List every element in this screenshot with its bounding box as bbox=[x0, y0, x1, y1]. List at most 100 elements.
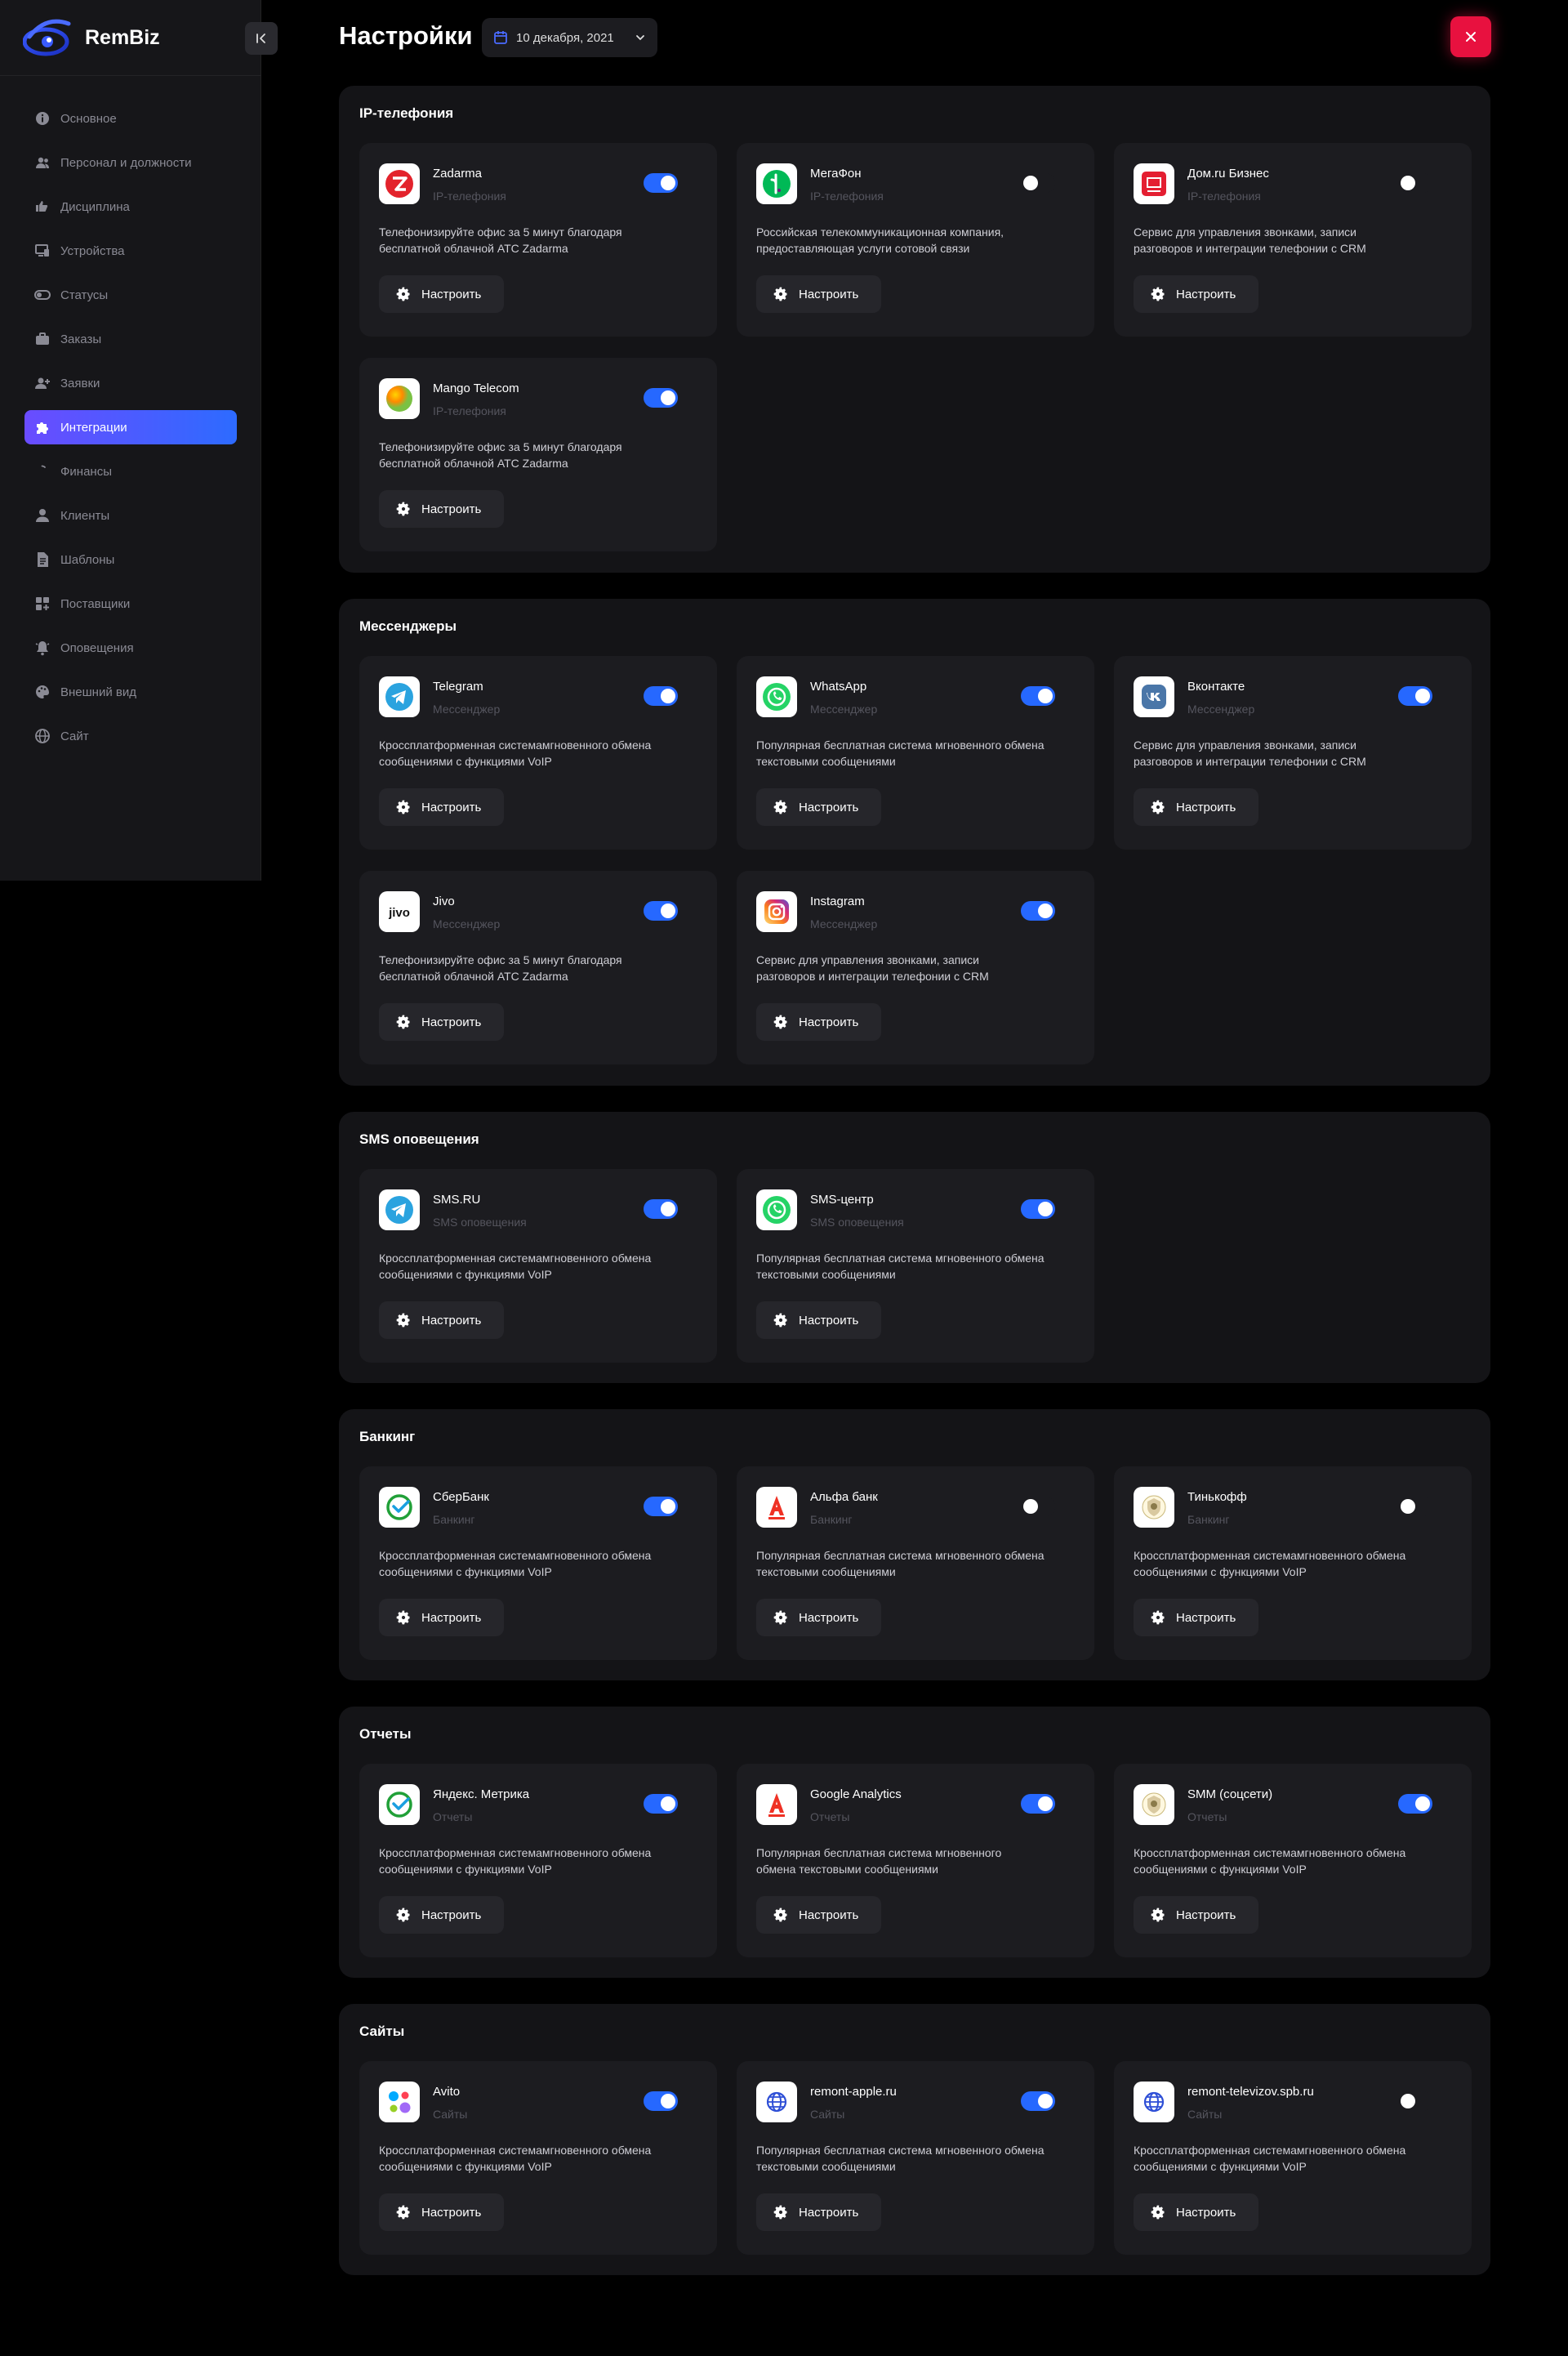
configure-label: Настроить bbox=[421, 1908, 482, 1922]
sidebar-item-label: Внешний вид bbox=[60, 685, 136, 699]
description-line-1: Сервис для управления звонками, записи bbox=[1134, 738, 1356, 752]
integration-toggle[interactable] bbox=[644, 1794, 678, 1814]
configure-button[interactable]: Настроить bbox=[1134, 788, 1258, 826]
collapse-sidebar-button[interactable] bbox=[245, 22, 278, 55]
integration-card: Google Analytics Отчеты Популярная бесплат… bbox=[737, 1764, 1094, 1957]
configure-label: Настроить bbox=[421, 287, 482, 301]
configure-button[interactable]: Настроить bbox=[379, 1599, 504, 1636]
sidebar-item-14[interactable]: Сайт bbox=[24, 719, 237, 753]
configure-button[interactable]: Настроить bbox=[756, 275, 881, 313]
integration-description: Кроссплатформенная системамгновенного об… bbox=[379, 1547, 706, 1580]
integration-name: Jivo bbox=[433, 895, 455, 908]
configure-button[interactable]: Настроить bbox=[756, 1896, 881, 1934]
sidebar-item-4[interactable]: Статусы bbox=[24, 278, 237, 312]
sidebar-item-label: Сайт bbox=[60, 729, 89, 743]
description-line-2: сообщениями с функциями VoIP bbox=[379, 1565, 552, 1578]
configure-button[interactable]: Настроить bbox=[379, 1301, 504, 1339]
sidebar-item-8[interactable]: Финансы bbox=[24, 454, 237, 489]
description-line-2: текстовыми сообщениями bbox=[756, 1268, 896, 1281]
configure-button[interactable]: Настроить bbox=[1134, 1599, 1258, 1636]
description-line-2: разговоров и интеграции телефонии с CRM bbox=[1134, 242, 1366, 255]
configure-button[interactable]: Настроить bbox=[1134, 275, 1258, 313]
configure-button[interactable]: Настроить bbox=[756, 1301, 881, 1339]
configure-button[interactable]: Настроить bbox=[379, 2193, 504, 2231]
description-line-1: Сервис для управления звонками, записи bbox=[756, 953, 979, 966]
integration-description: Кроссплатформенная системамгновенного об… bbox=[379, 2142, 706, 2175]
gear-icon bbox=[396, 1610, 410, 1625]
integration-toggle[interactable] bbox=[1398, 1497, 1432, 1516]
description-line-1: Кроссплатформенная системамгновенного об… bbox=[379, 1549, 652, 1562]
integration-card: remont-televizov.spb.ru Сайты Кроссплатфор… bbox=[1114, 2061, 1472, 2255]
integration-toggle[interactable] bbox=[1021, 686, 1055, 706]
configure-button[interactable]: Настроить bbox=[1134, 2193, 1258, 2231]
configure-label: Настроить bbox=[421, 1610, 482, 1625]
gear-icon bbox=[1151, 2205, 1165, 2220]
integration-category: Сайты bbox=[810, 2108, 845, 2121]
integration-toggle[interactable] bbox=[644, 1497, 678, 1516]
close-button[interactable] bbox=[1450, 16, 1491, 57]
toggle-knob bbox=[1415, 1796, 1430, 1811]
sidebar-item-6[interactable]: Заявки bbox=[24, 366, 237, 400]
integration-card: Zadarma IP-телефония Телефонизируйте офис … bbox=[359, 143, 717, 337]
configure-button[interactable]: Настроить bbox=[379, 1003, 504, 1041]
integration-toggle[interactable] bbox=[644, 173, 678, 193]
configure-button[interactable]: Настроить bbox=[1134, 1896, 1258, 1934]
integration-card: Альфа банк Банкинг Популярная бесплатная с… bbox=[737, 1466, 1094, 1660]
integration-name: Zadarma bbox=[433, 167, 483, 181]
configure-button[interactable]: Настроить bbox=[379, 1896, 504, 1934]
description-line-1: Популярная бесплатная система мгновенног… bbox=[756, 1252, 1045, 1265]
sidebar-item-12[interactable]: Оповещения bbox=[24, 631, 237, 665]
date-picker[interactable]: 10 декабря, 2021 bbox=[482, 18, 657, 57]
sidebar-item-1[interactable]: Персонал и должности bbox=[24, 145, 237, 180]
sidebar-item-5[interactable]: Заказы bbox=[24, 322, 237, 356]
configure-button[interactable]: Настроить bbox=[379, 490, 504, 528]
integration-toggle[interactable] bbox=[1398, 1794, 1432, 1814]
integration-card: Telegram Мессенджер Кроссплатформенная сис… bbox=[359, 656, 717, 850]
integration-toggle[interactable] bbox=[644, 2091, 678, 2111]
configure-label: Настроить bbox=[421, 1015, 482, 1029]
sidebar-item-7[interactable]: Интеграции bbox=[24, 410, 237, 444]
integration-category: Мессенджер bbox=[810, 703, 878, 716]
description-line-1: Кроссплатформенная системамгновенного об… bbox=[1134, 2144, 1406, 2157]
description-line-2: сообщениями с функциями VoIP bbox=[1134, 2160, 1307, 2173]
integration-toggle[interactable] bbox=[644, 388, 678, 408]
integration-toggle[interactable] bbox=[1021, 1497, 1055, 1516]
integration-toggle[interactable] bbox=[1021, 1199, 1055, 1219]
integration-toggle[interactable] bbox=[1398, 173, 1432, 193]
gear-icon bbox=[396, 1908, 410, 1922]
sidebar-item-0[interactable]: Основное bbox=[24, 101, 237, 136]
integration-card: СберБанк Банкинг Кроссплатформенная систем… bbox=[359, 1466, 717, 1660]
description-line-2: бесплатной облачной АТС Zadarma bbox=[379, 242, 568, 255]
sidebar-item-3[interactable]: Устройства bbox=[24, 234, 237, 268]
integration-toggle[interactable] bbox=[1021, 173, 1055, 193]
sidebar-item-9[interactable]: Клиенты bbox=[24, 498, 237, 533]
integration-toggle[interactable] bbox=[1021, 2091, 1055, 2111]
integration-toggle[interactable] bbox=[1398, 2091, 1432, 2111]
configure-button[interactable]: Настроить bbox=[379, 275, 504, 313]
configure-button[interactable]: Настроить bbox=[756, 1003, 881, 1041]
integration-toggle[interactable] bbox=[1398, 686, 1432, 706]
sidebar-item-label: Интеграции bbox=[60, 420, 127, 435]
sidebar-item-label: Клиенты bbox=[60, 508, 110, 523]
integration-description: Сервис для управления звонками, записи ра… bbox=[1134, 224, 1460, 257]
description-line-2: сообщениями с функциями VoIP bbox=[1134, 1565, 1307, 1578]
sidebar-item-label: Оповещения bbox=[60, 640, 134, 655]
integration-toggle[interactable] bbox=[644, 1199, 678, 1219]
app-logo[interactable]: RemBiz bbox=[23, 16, 160, 59]
configure-button[interactable]: Настроить bbox=[756, 2193, 881, 2231]
description-line-1: Кроссплатформенная системамгновенного об… bbox=[1134, 1549, 1406, 1562]
sidebar-item-13[interactable]: Внешний вид bbox=[24, 675, 237, 709]
sidebar-item-2[interactable]: Дисциплина bbox=[24, 190, 237, 224]
description-line-1: Популярная бесплатная система мгновенног… bbox=[756, 1846, 1002, 1859]
configure-button[interactable]: Настроить bbox=[379, 788, 504, 826]
sidebar-item-11[interactable]: Поставщики bbox=[24, 587, 237, 621]
configure-button[interactable]: Настроить bbox=[756, 788, 881, 826]
integration-toggle[interactable] bbox=[644, 686, 678, 706]
integration-description: Сервис для управления звонками, записи ра… bbox=[756, 952, 1083, 984]
sidebar-item-10[interactable]: Шаблоны bbox=[24, 542, 237, 577]
integration-toggle[interactable] bbox=[1021, 1794, 1055, 1814]
integration-toggle[interactable] bbox=[1021, 901, 1055, 921]
gear-icon bbox=[396, 800, 410, 814]
configure-button[interactable]: Настроить bbox=[756, 1599, 881, 1636]
integration-toggle[interactable] bbox=[644, 901, 678, 921]
